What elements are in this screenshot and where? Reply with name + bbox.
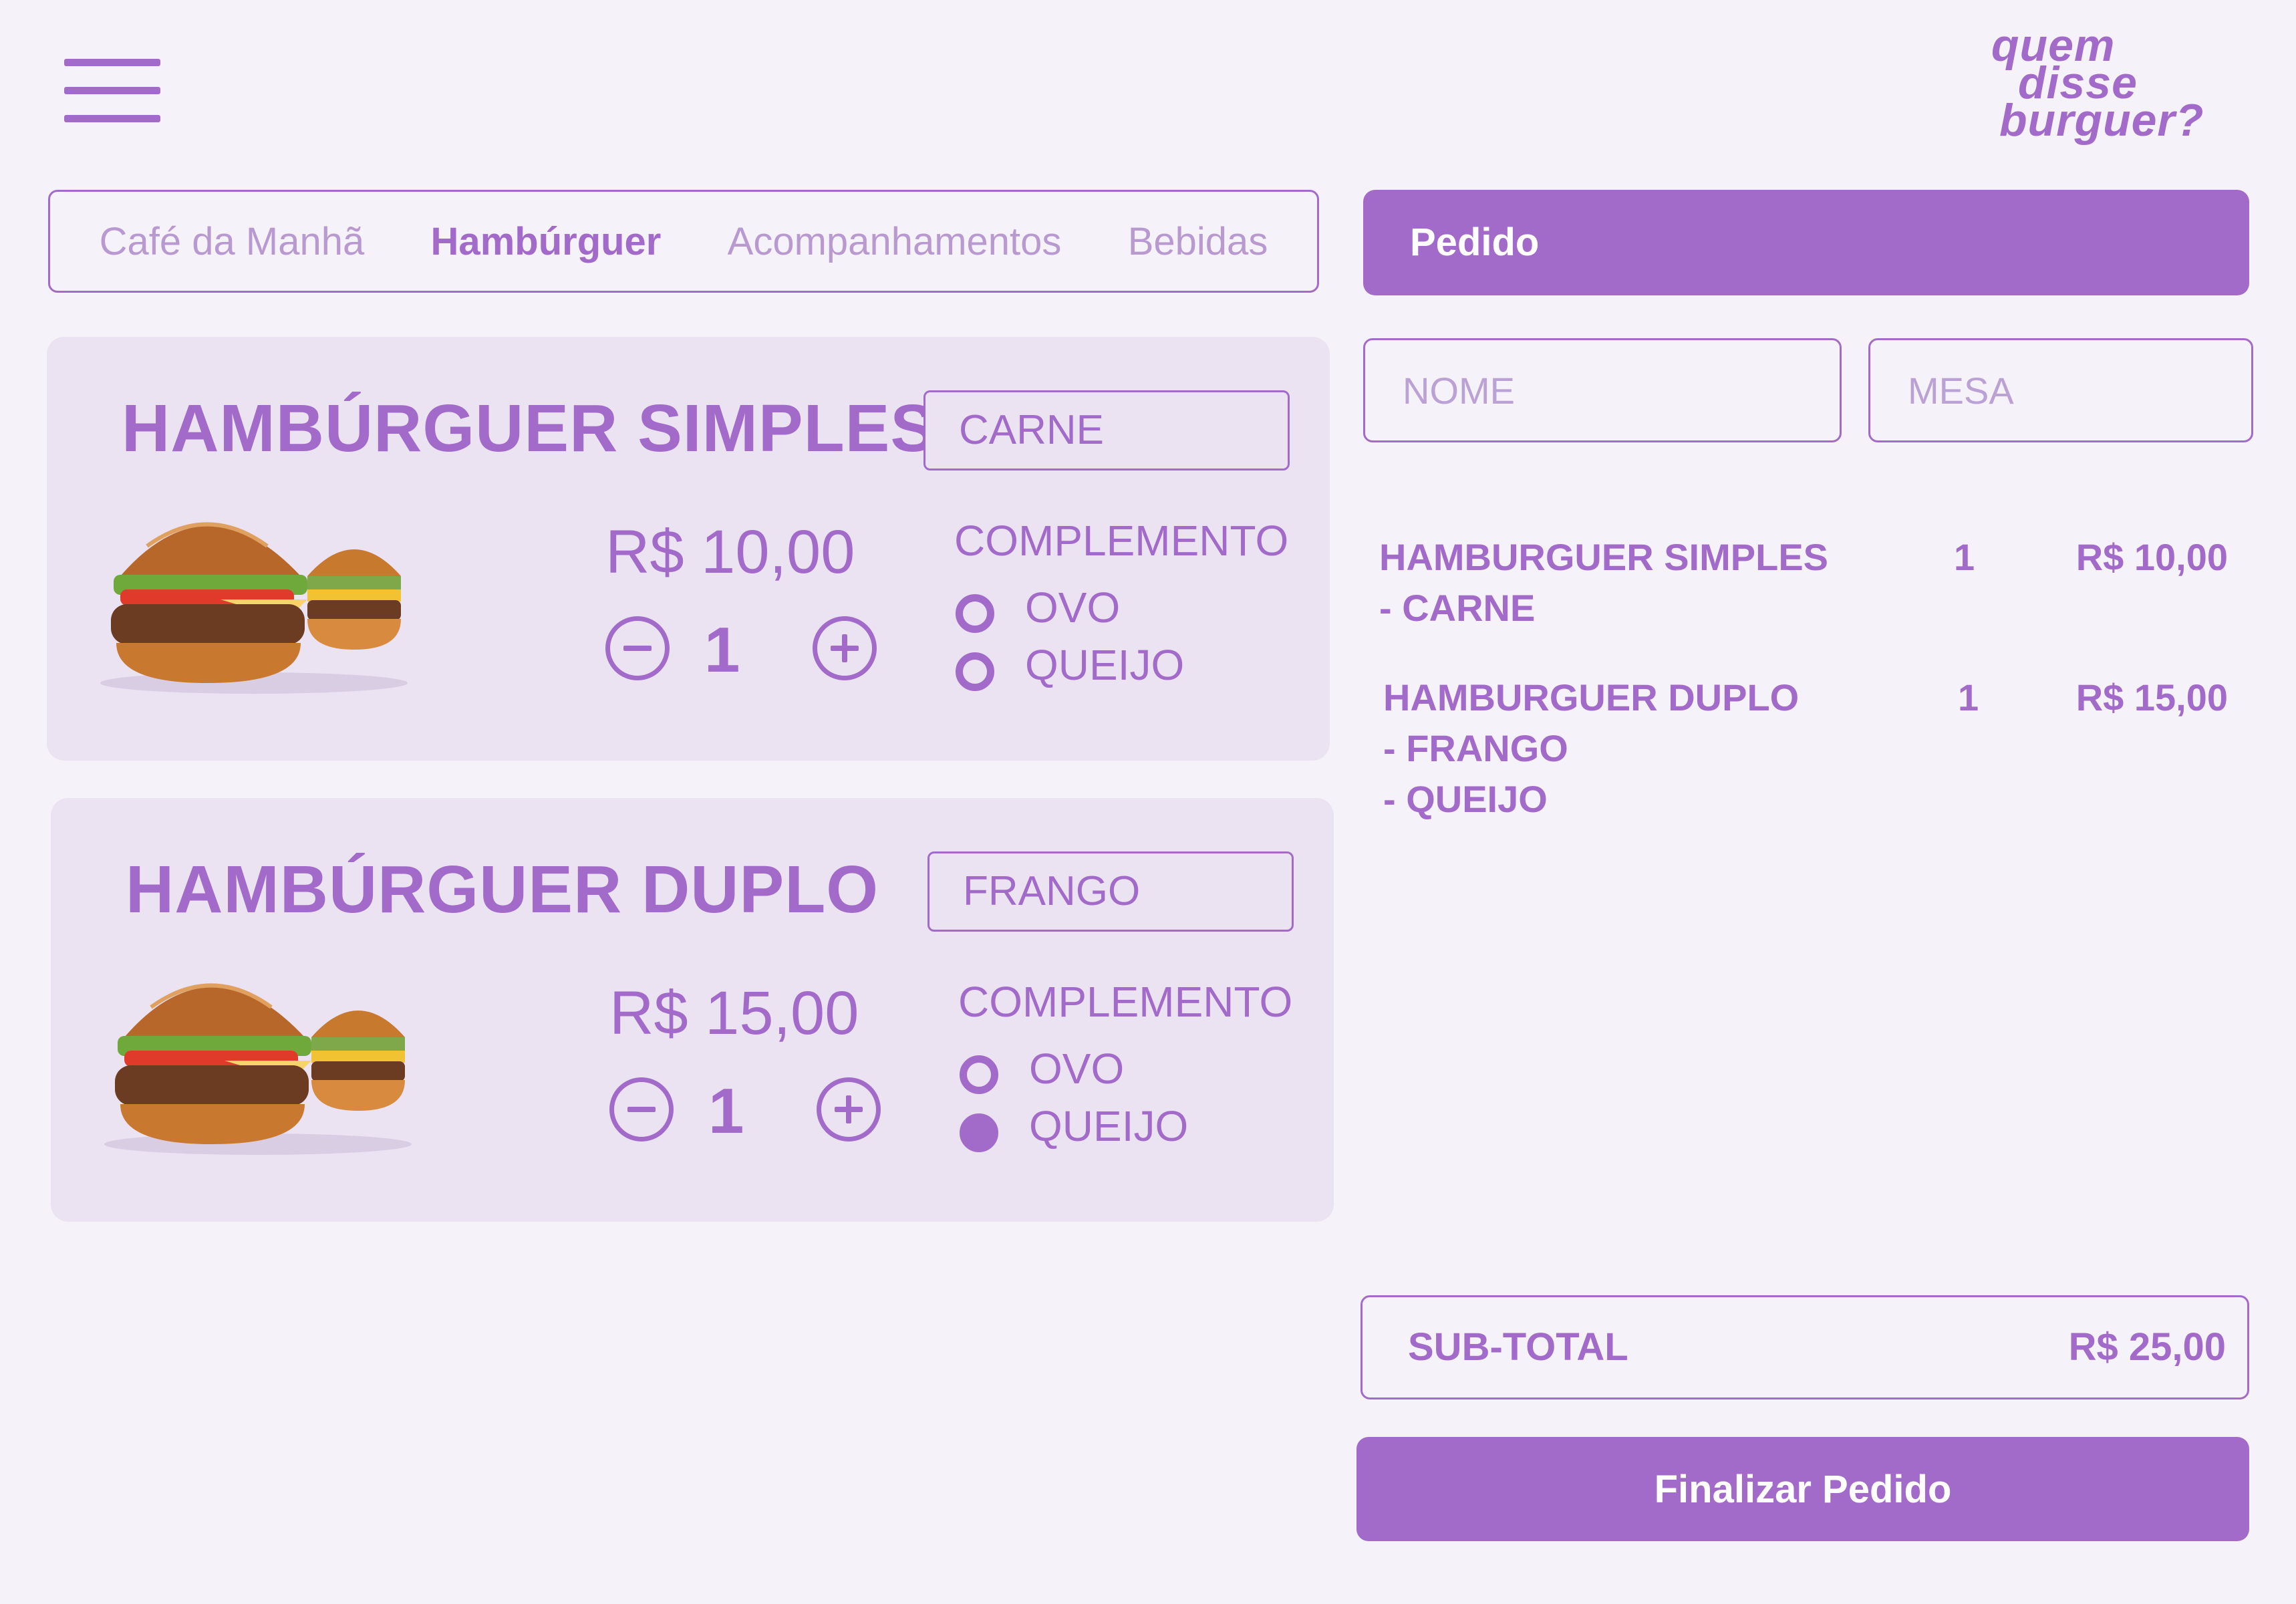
burger-image [100, 522, 408, 694]
complement-label: COMPLEMENTO [958, 978, 1293, 1026]
protein-select[interactable]: FRANGO [927, 851, 1294, 932]
decrease-quantity-icon[interactable] [605, 616, 670, 680]
product-title: HAMBÚRGUER SIMPLES [122, 391, 936, 466]
subtotal-box: SUB-TOTAL R$ 25,00 [1360, 1295, 2249, 1399]
quantity-value: 1 [708, 1075, 744, 1147]
order-item-qty: 1 [1954, 536, 1975, 578]
complement-queijo-label: QUEIJO [1029, 1102, 1189, 1150]
product-price: R$ 10,00 [605, 518, 855, 586]
table-input[interactable] [1868, 338, 2253, 442]
order-item: HAMBURGUER DUPLO - FRANGO - QUEIJO 1 R$ … [1383, 672, 2228, 833]
order-item-name: HAMBURGUER DUPLO [1383, 676, 1800, 718]
order-item-price: R$ 15,00 [2075, 676, 2228, 718]
tab-hamburguer[interactable]: Hambúrguer [431, 219, 662, 264]
product-card-simples: HAMBÚRGUER SIMPLES CARNE R$ 10,00 1 COMP… [47, 337, 1330, 761]
order-header: Pedido [1363, 190, 2249, 295]
name-input[interactable] [1363, 338, 1842, 442]
complement-ovo-label: OVO [1025, 583, 1121, 632]
tab-acompanhamentos[interactable]: Acompanhamentos [728, 219, 1062, 264]
brand-logo: quem disse burguer? [1991, 20, 2204, 146]
radio-queijo[interactable] [960, 1113, 998, 1152]
radio-ovo[interactable] [960, 1055, 998, 1094]
order-item-qty: 1 [1958, 676, 1979, 718]
burger-image [104, 983, 412, 1155]
hamburger-menu-icon[interactable] [64, 59, 160, 123]
increase-quantity-icon[interactable] [817, 1077, 881, 1142]
order-item-name: HAMBURGUER SIMPLES [1379, 536, 1829, 578]
complement-label: COMPLEMENTO [954, 517, 1289, 565]
subtotal-value: R$ 25,00 [2068, 1325, 2226, 1369]
order-item: HAMBURGUER SIMPLES - CARNE 1 R$ 10,00 [1379, 532, 2228, 639]
protein-select[interactable]: CARNE [923, 390, 1290, 471]
radio-ovo[interactable] [956, 594, 994, 633]
decrease-quantity-icon[interactable] [609, 1077, 674, 1142]
subtotal-label: SUB-TOTAL [1408, 1325, 1628, 1369]
quantity-value: 1 [704, 614, 740, 686]
tab-cafe-da-manha[interactable]: Café da Manhã [100, 219, 365, 264]
product-title: HAMBÚRGUER DUPLO [126, 852, 879, 927]
radio-queijo[interactable] [956, 652, 994, 691]
order-item-price: R$ 10,00 [2075, 536, 2228, 578]
product-card-duplo: HAMBÚRGUER DUPLO FRANGO R$ 15,00 1 COMPL… [51, 798, 1334, 1222]
order-item-option: - QUEIJO [1383, 778, 1548, 820]
product-price: R$ 15,00 [609, 979, 859, 1047]
increase-quantity-icon[interactable] [813, 616, 877, 680]
tab-bebidas[interactable]: Bebidas [1128, 219, 1268, 264]
category-tabs: Café da Manhã Hambúrguer Acompanhamentos… [48, 190, 1319, 293]
complement-queijo-label: QUEIJO [1025, 641, 1185, 689]
finish-order-button[interactable]: Finalizar Pedido [1356, 1437, 2249, 1541]
order-item-option: - FRANGO [1383, 727, 1568, 769]
complement-ovo-label: OVO [1029, 1045, 1125, 1093]
order-item-option: - CARNE [1379, 587, 1536, 629]
